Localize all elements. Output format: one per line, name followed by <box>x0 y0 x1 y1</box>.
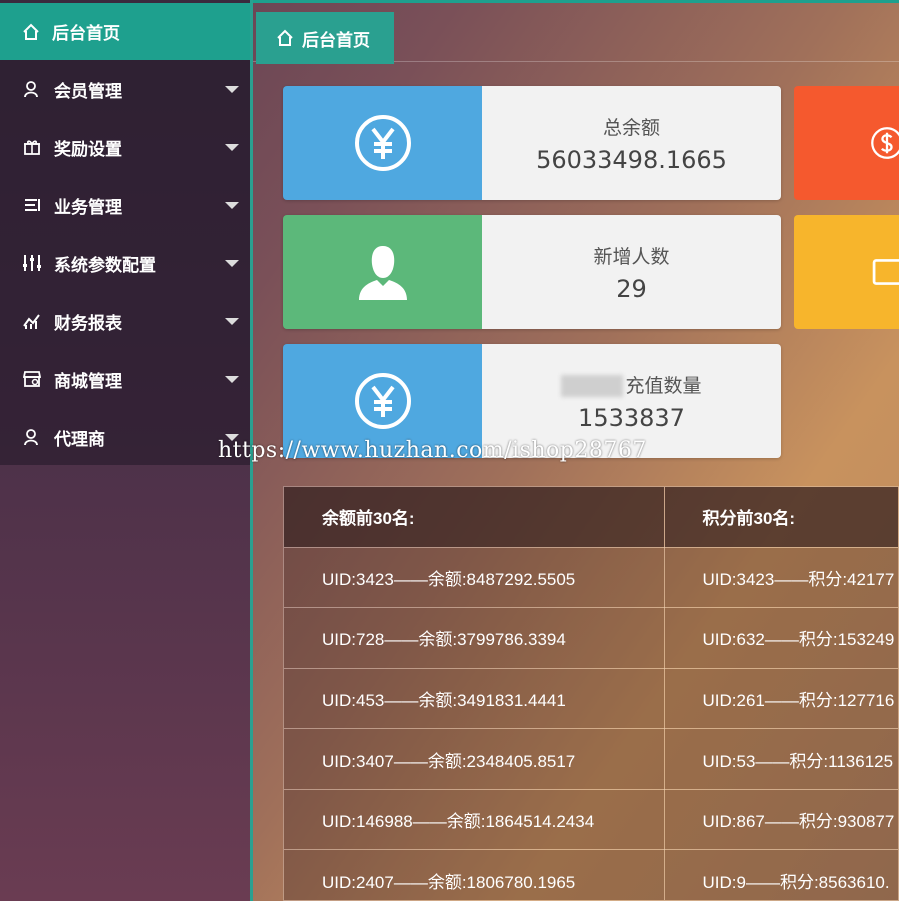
chevron-down-icon <box>225 376 239 383</box>
table-cell: UID:453——余额:3491831.4441 <box>284 668 665 730</box>
sliders-icon <box>22 253 42 273</box>
ranking-table: 余额前30名: 积分前30名: UID:3423——余额:8487292.550… <box>283 486 899 901</box>
table-header: 积分前30名: <box>664 487 898 548</box>
user-icon <box>22 79 42 99</box>
sidebar-item-label: 财务报表 <box>54 313 122 334</box>
tab-home-label: 后台首页 <box>302 30 370 51</box>
table-cell: UID:867——积分:930877 <box>664 789 898 851</box>
chart-icon <box>22 311 42 331</box>
table-cell: UID:728——余额:3799786.3394 <box>284 607 665 669</box>
top-bar: 后台首页 <box>253 0 899 64</box>
sidebar-item-agents[interactable]: 代理商 <box>0 408 253 466</box>
table-row: UID:3423——余额:8487292.5505 UID:3423——积分:4… <box>284 547 898 609</box>
table-header-row: 余额前30名: 积分前30名: <box>284 487 898 548</box>
table-header: 余额前30名: <box>284 487 665 548</box>
sidebar-item-system-config[interactable]: 系统参数配置 <box>0 234 253 292</box>
sidebar-menu: 会员管理 奖励设置 业务管理 系统参数配置 财务报表 商城管理 代理商 <box>0 60 253 465</box>
stat-value: 56033498.1665 <box>536 145 727 174</box>
table-cell: UID:3407——余额:2348405.8517 <box>284 728 665 790</box>
sidebar-item-label: 代理商 <box>54 429 105 450</box>
chevron-down-icon <box>225 318 239 325</box>
sidebar-item-label: 奖励设置 <box>54 139 122 160</box>
sidebar-home[interactable]: 后台首页 <box>0 3 253 60</box>
table-cell: UID:53——积分:1136125 <box>664 728 898 790</box>
shop-icon <box>22 369 42 389</box>
chevron-down-icon <box>225 202 239 209</box>
user-icon <box>22 427 42 447</box>
stat-card-partial-orange <box>794 86 899 200</box>
sidebar-item-label: 会员管理 <box>54 81 122 102</box>
table-cell: UID:9——积分:8563610. <box>664 849 898 900</box>
stat-value: 29 <box>616 274 647 303</box>
stat-label: 充值数量 <box>561 371 702 398</box>
table-cell: UID:2407——余额:1806780.1965 <box>284 849 665 900</box>
sidebar: 后台首页 会员管理 奖励设置 业务管理 系统参数配置 财务报表 商城管理 代理商 <box>0 0 253 901</box>
tab-home[interactable]: 后台首页 <box>256 12 394 64</box>
table-cell: UID:261——积分:127716 <box>664 668 898 730</box>
table-row: UID:146988——余额:1864514.2434 UID:867——积分:… <box>284 789 898 851</box>
sidebar-item-rewards[interactable]: 奖励设置 <box>0 118 253 176</box>
dollar-icon <box>871 127 899 159</box>
list-icon <box>22 195 42 215</box>
home-icon <box>277 29 293 46</box>
chevron-down-icon <box>225 260 239 267</box>
square-icon <box>872 259 899 285</box>
table-cell: UID:632——积分:153249 <box>664 607 898 669</box>
table-cell: UID:146988——余额:1864514.2434 <box>284 789 665 851</box>
sidebar-item-label: 商城管理 <box>54 371 122 392</box>
sidebar-item-label: 业务管理 <box>54 197 122 218</box>
redacted-block <box>561 375 624 397</box>
chevron-down-icon <box>225 86 239 93</box>
sidebar-item-label: 系统参数配置 <box>54 255 156 276</box>
person-icon <box>283 215 482 329</box>
sidebar-item-members[interactable]: 会员管理 <box>0 60 253 118</box>
sidebar-item-shop[interactable]: 商城管理 <box>0 350 253 408</box>
home-icon <box>23 23 39 40</box>
table-row: UID:2407——余额:1806780.1965 UID:9——积分:8563… <box>284 849 898 900</box>
sidebar-home-label: 后台首页 <box>52 24 120 44</box>
sidebar-item-business[interactable]: 业务管理 <box>0 176 253 234</box>
stat-card-total-balance: 总余额 56033498.1665 <box>283 86 781 200</box>
yen-icon <box>283 86 482 200</box>
table-row: UID:453——余额:3491831.4441 UID:261——积分:127… <box>284 668 898 730</box>
table-row: UID:728——余额:3799786.3394 UID:632——积分:153… <box>284 607 898 669</box>
stat-value: 1533837 <box>578 403 685 432</box>
table-cell: UID:3423——积分:42177 <box>664 547 898 609</box>
chevron-down-icon <box>225 144 239 151</box>
sidebar-item-finance[interactable]: 财务报表 <box>0 292 253 350</box>
table-row: UID:3407——余额:2348405.8517 UID:53——积分:113… <box>284 728 898 790</box>
stat-card-new-users: 新增人数 29 <box>283 215 781 329</box>
gift-icon <box>22 137 42 157</box>
table-cell: UID:3423——余额:8487292.5505 <box>284 547 665 609</box>
stat-label: 总余额 <box>602 116 660 139</box>
stat-label: 新增人数 <box>593 245 670 268</box>
watermark-text: https://www.huzhan.com/ishop28767 <box>218 438 647 463</box>
stat-card-partial-yellow <box>794 215 899 329</box>
